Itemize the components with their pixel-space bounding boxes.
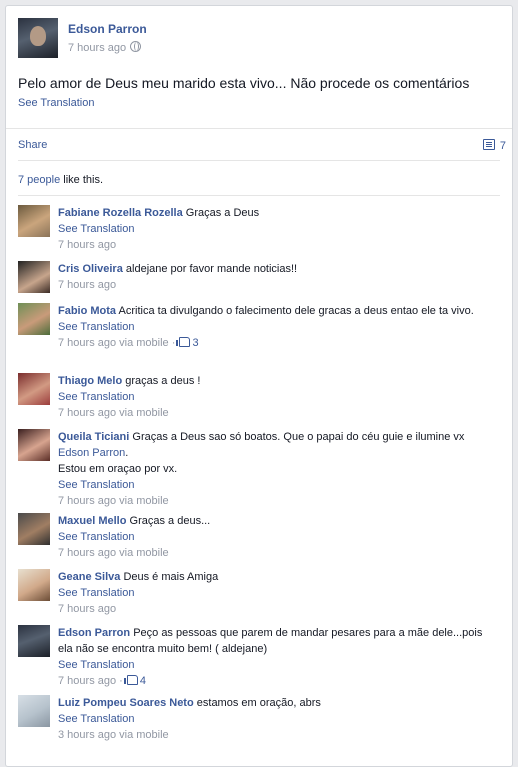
post-text: Pelo amor de Deus meu marido esta vivo..… — [18, 75, 470, 91]
comment-meta: 7 hours ago via mobile · 3 — [58, 335, 498, 351]
likes-summary: 7 people like this. — [18, 174, 103, 186]
comment-see-translation[interactable]: See Translation — [58, 529, 498, 545]
comment-text: Deus é mais Amiga — [123, 571, 219, 583]
comment-see-translation[interactable]: See Translation — [58, 221, 498, 237]
comment-text: aldejane por favor mande noticias!! — [125, 263, 298, 275]
comment-count[interactable]: 7 — [482, 139, 506, 152]
commenter-avatar[interactable] — [18, 625, 50, 657]
comment-text-line2: Estou em oraçao por vx. — [58, 463, 178, 475]
mention-link[interactable]: Edson Parron — [58, 447, 125, 459]
commenter-avatar[interactable] — [18, 429, 50, 461]
post-time-text[interactable]: 7 hours ago — [68, 42, 126, 54]
comment-see-translation[interactable]: See Translation — [58, 477, 498, 493]
likes-suffix: like this. — [60, 174, 104, 186]
comment-see-translation[interactable]: See Translation — [58, 585, 498, 601]
comment-see-translation[interactable]: See Translation — [58, 711, 498, 727]
post-header: Edson Parron 7 hours ago — [18, 18, 498, 60]
likes-count-link[interactable]: 7 people — [18, 174, 60, 186]
comment-timestamp[interactable]: 7 hours ago — [58, 277, 498, 293]
comment-timestamp[interactable]: 7 hours ago via mobile — [58, 493, 498, 509]
commenter-name[interactable]: Queila Ticiani — [58, 431, 129, 443]
commenter-avatar[interactable] — [18, 695, 50, 727]
comment-timestamp[interactable]: 7 hours ago via mobile — [58, 545, 498, 561]
commenter-name[interactable]: Fabio Mota — [58, 305, 116, 317]
commenter-avatar[interactable] — [18, 205, 50, 237]
comment-count-value[interactable]: 7 — [500, 140, 506, 152]
commenter-avatar[interactable] — [18, 261, 50, 293]
comment-timestamp[interactable]: 7 hours ago via mobile · — [58, 337, 178, 349]
comment-like-count[interactable]: 3 — [192, 337, 198, 349]
author-name[interactable]: Edson Parron — [68, 22, 147, 36]
comment-text: estamos em oração, abrs — [196, 697, 321, 709]
commenter-avatar[interactable] — [18, 569, 50, 601]
post-timestamp[interactable]: 7 hours ago — [68, 41, 142, 54]
commenter-avatar[interactable] — [18, 373, 50, 405]
commenter-avatar[interactable] — [18, 303, 50, 335]
commenter-name[interactable]: Thiago Melo — [58, 375, 122, 387]
divider — [6, 128, 512, 129]
author-avatar[interactable] — [18, 18, 58, 58]
commenter-name[interactable]: Maxuel Mello — [58, 515, 126, 527]
comment-text-end: . — [125, 447, 129, 459]
commenter-avatar[interactable] — [18, 513, 50, 545]
comment-see-translation[interactable]: See Translation — [58, 319, 498, 335]
commenter-name[interactable]: Cris Oliveira — [58, 263, 123, 275]
thumbs-up-icon — [176, 337, 191, 347]
comment-meta: 7 hours ago · 4 — [58, 673, 498, 689]
comment-text: Graças a Deus sao só boatos. Que o papai… — [132, 431, 465, 443]
post-see-translation[interactable]: See Translation — [18, 97, 94, 109]
comment-like-count[interactable]: 4 — [140, 675, 146, 687]
post-card: Edson Parron 7 hours ago Pelo amor de De… — [5, 5, 513, 767]
comment-timestamp[interactable]: 7 hours ago · — [58, 675, 126, 687]
comment-text: Acritica ta divulgando o falecimento del… — [118, 305, 474, 317]
comment-timestamp[interactable]: 7 hours ago via mobile — [58, 405, 498, 421]
commenter-name[interactable]: Luiz Pompeu Soares Neto — [58, 697, 194, 709]
commenter-name[interactable]: Edson Parron — [58, 627, 130, 639]
commenter-name[interactable]: Geane Silva — [58, 571, 120, 583]
comment-text: Graças a Deus — [185, 207, 260, 219]
thumbs-up-icon — [123, 675, 138, 685]
divider — [18, 195, 500, 196]
comment-see-translation[interactable]: See Translation — [58, 389, 498, 405]
share-link[interactable]: Share — [18, 139, 47, 151]
comment-see-translation[interactable]: See Translation — [58, 657, 498, 673]
commenter-name[interactable]: Fabiane Rozella Rozella — [58, 207, 183, 219]
globe-icon — [130, 41, 142, 52]
comment-icon — [482, 139, 495, 150]
comment-text: Graças a deus... — [129, 515, 211, 527]
comment-timestamp[interactable]: 7 hours ago — [58, 601, 498, 617]
comment-text: graças a deus ! — [125, 375, 201, 387]
divider — [18, 160, 500, 161]
comment-timestamp[interactable]: 3 hours ago via mobile — [58, 727, 498, 743]
comment-timestamp[interactable]: 7 hours ago — [58, 237, 498, 253]
